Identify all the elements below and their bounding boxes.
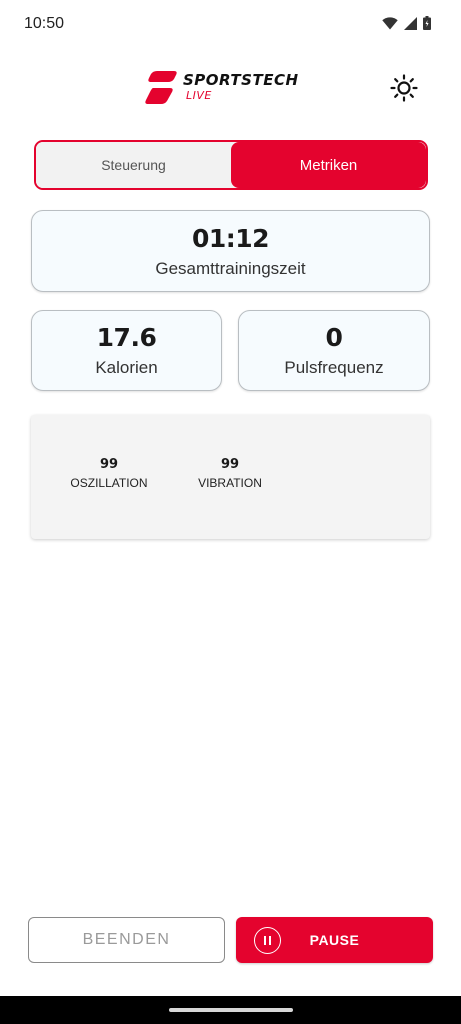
logo-sub-text: LIVE (186, 89, 212, 102)
training-time-value: 01:12 (191, 223, 270, 253)
view-tabs: Steuerung Metriken (34, 140, 428, 190)
app-header: SPORTSTECH LIVE (0, 60, 461, 116)
theme-toggle-button[interactable] (388, 72, 420, 104)
vibration-metric: 99 VIBRATION (175, 457, 285, 490)
oscillation-label: OSZILLATION (70, 476, 148, 490)
pulse-card: 0 Pulsfrequenz (238, 310, 430, 391)
system-navigation-bar (0, 996, 461, 1024)
end-button-label: BEENDEN (82, 931, 171, 948)
pulse-label: Pulsfrequenz (284, 358, 384, 377)
home-gesture-handle[interactable] (169, 1008, 293, 1012)
cell-signal-icon (404, 16, 417, 35)
sportstech-logo-mark (145, 71, 177, 104)
status-time: 10:50 (24, 15, 65, 32)
end-workout-button[interactable]: BEENDEN (28, 917, 225, 963)
pause-circle-icon (254, 927, 281, 954)
sportstech-logo: SPORTSTECH LIVE (143, 68, 299, 106)
oscillation-metric: 99 OSZILLATION (54, 457, 164, 490)
pulse-value: 0 (325, 323, 343, 352)
logo-brand-text: SPORTSTECH (183, 71, 299, 89)
vibration-value: 99 (220, 457, 240, 472)
calories-card: 17.6 Kalorien (31, 310, 222, 391)
calories-label: Kalorien (95, 358, 158, 377)
status-bar: 10:50 (0, 0, 461, 50)
status-icons (382, 16, 431, 35)
pause-button-label: PAUSE (309, 932, 360, 948)
wifi-icon (382, 16, 398, 35)
battery-icon (423, 16, 431, 35)
training-time-card: 01:12 Gesamttrainingszeit (31, 210, 430, 292)
extra-metrics-panel: 99 OSZILLATION 99 VIBRATION (31, 415, 430, 539)
calories-value: 17.6 (96, 323, 157, 352)
vibration-label: VIBRATION (198, 476, 262, 490)
training-time-label: Gesamttrainingszeit (155, 258, 306, 278)
oscillation-value: 99 (99, 457, 119, 472)
sun-icon (390, 74, 418, 102)
tab-metriken[interactable]: Metriken (231, 142, 426, 188)
pause-button[interactable]: PAUSE (236, 917, 433, 963)
tab-steuerung[interactable]: Steuerung (36, 142, 231, 188)
